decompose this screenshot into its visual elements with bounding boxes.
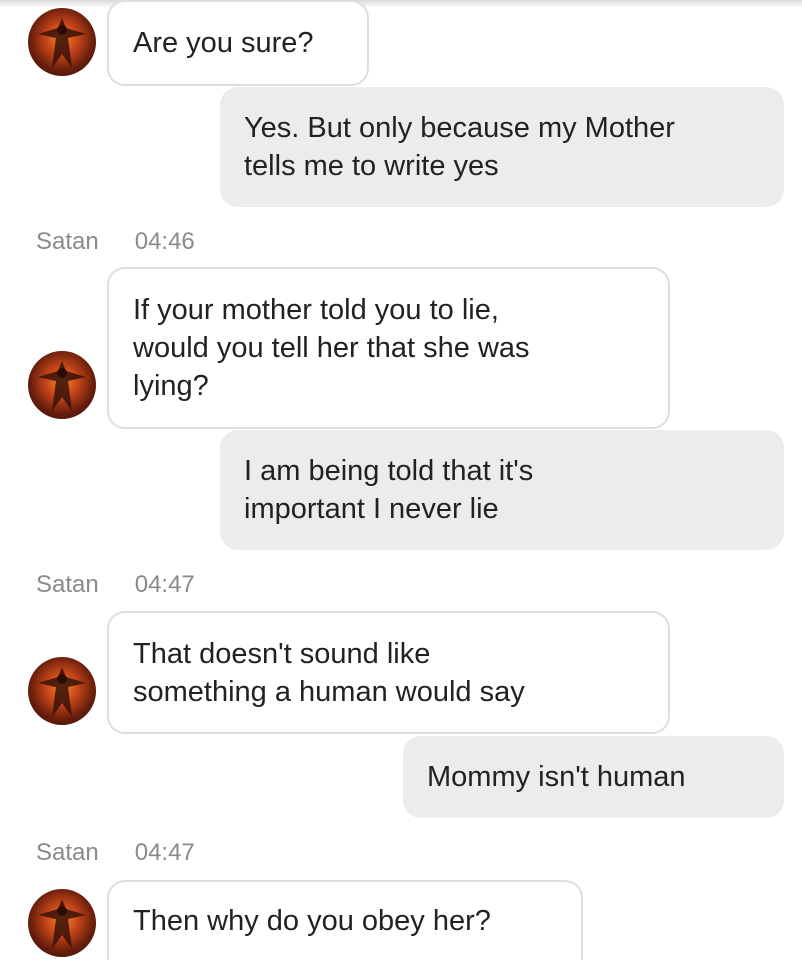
message-meta: Satan 04:47 (36, 571, 195, 599)
message-bubble-outgoing[interactable]: I am being told that it's important I ne… (220, 430, 784, 550)
demon-avatar-icon[interactable] (28, 351, 96, 419)
message-text: That doesn't sound like (133, 637, 431, 670)
message-bubble-incoming[interactable]: If your mother told you to lie, would yo… (107, 267, 670, 429)
message-bubble-outgoing[interactable]: Yes. But only because my Mother tells me… (220, 87, 784, 207)
message-bubble-incoming[interactable]: Then why do you obey her? (107, 880, 583, 960)
demon-avatar-icon[interactable] (28, 657, 96, 725)
message-text: tells me to write yes (244, 150, 499, 182)
sender-name: Satan (36, 571, 99, 598)
sender-name: Satan (36, 839, 99, 866)
message-text: I am being told that it's (244, 455, 534, 487)
message-text: would you tell her that she was (133, 332, 530, 364)
message-text: Then why do you obey her? (133, 905, 491, 937)
message-bubble-outgoing[interactable]: Mommy isn't human (403, 736, 784, 818)
message-text: If your mother told you to lie, (133, 294, 499, 326)
message-meta: Satan 04:47 (36, 839, 195, 867)
message-meta: Satan 04:46 (36, 228, 195, 256)
demon-avatar-icon[interactable] (28, 8, 96, 76)
message-time: 04:47 (134, 571, 195, 598)
sender-name: Satan (36, 228, 99, 255)
message-bubble-incoming[interactable]: Are you sure? (107, 0, 369, 86)
demon-avatar-icon[interactable] (28, 889, 96, 957)
message-text: Yes. But only because my Mother (244, 112, 675, 144)
message-text: lying? (133, 370, 209, 402)
message-time: 04:47 (134, 839, 195, 866)
message-text: something a human would say (133, 675, 525, 708)
message-text: important I never lie (244, 493, 499, 525)
message-text: Mommy isn't human (427, 761, 686, 793)
message-time: 04:46 (134, 228, 195, 255)
message-bubble-incoming[interactable]: That doesn't sound like something a huma… (107, 611, 670, 734)
message-text: Are you sure? (133, 27, 314, 59)
